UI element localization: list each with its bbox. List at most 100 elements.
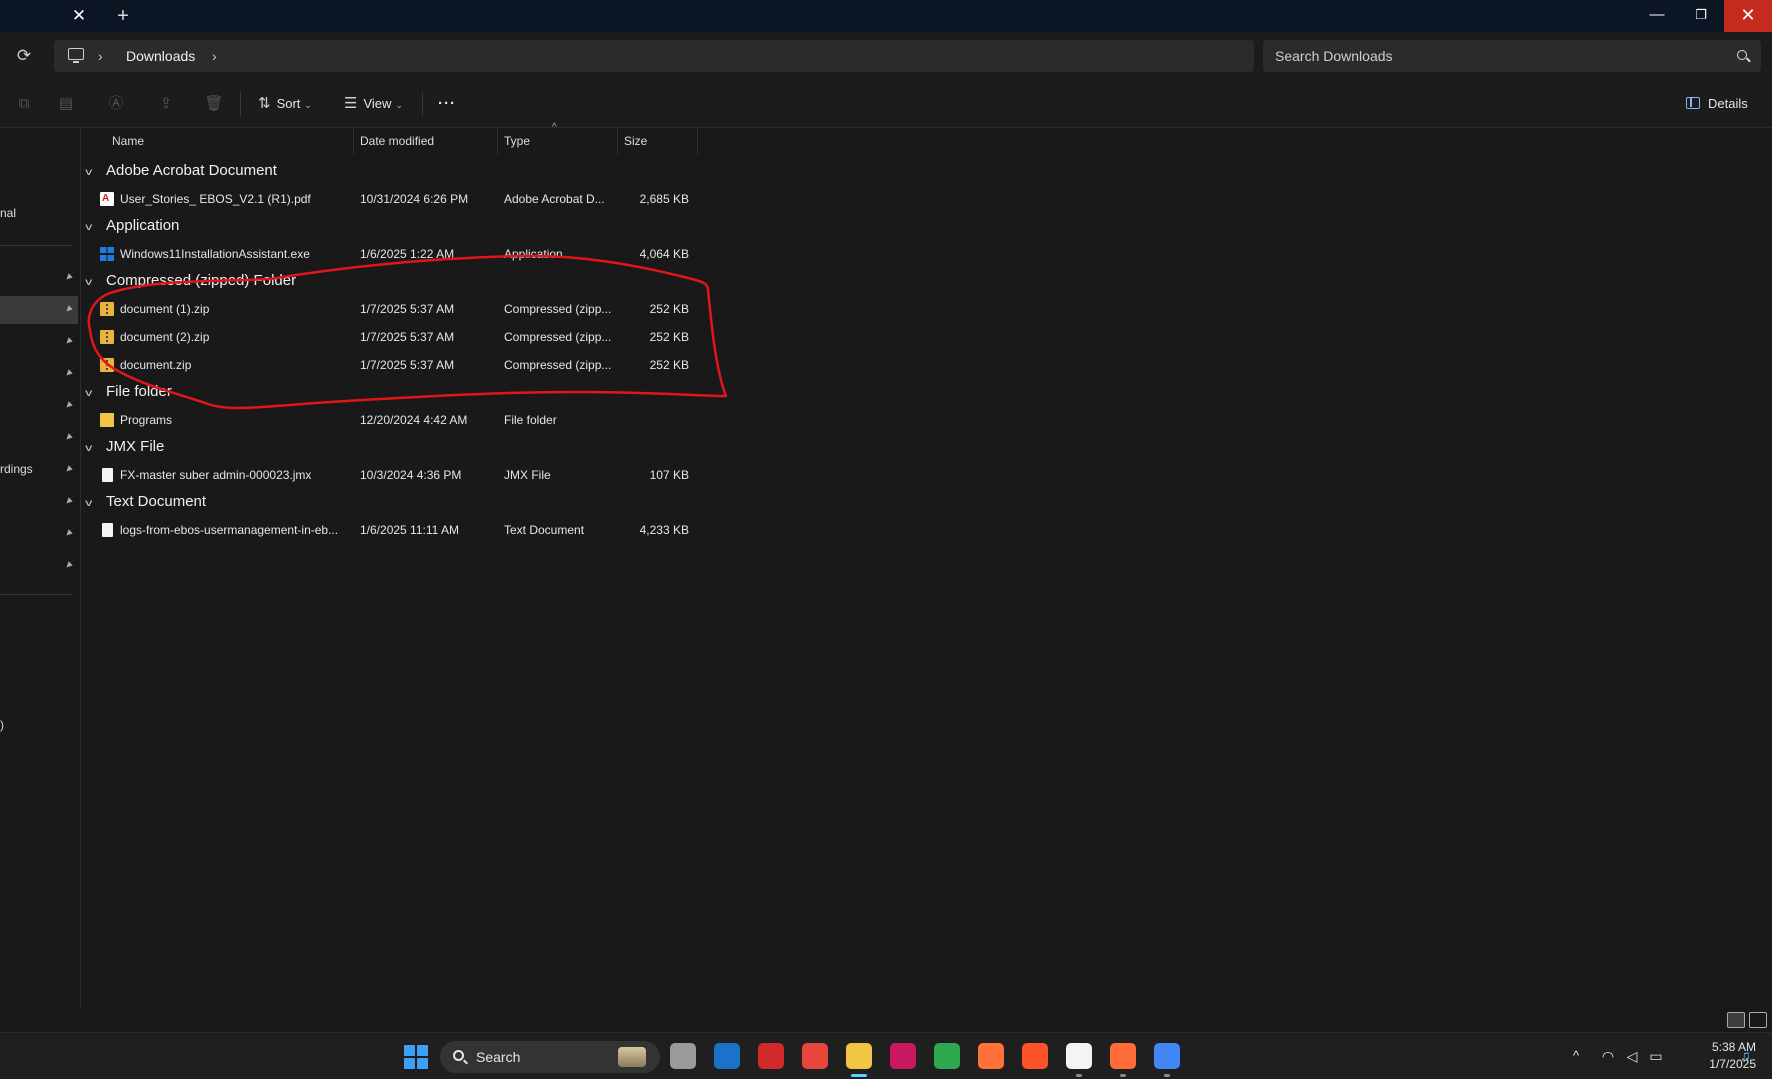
file-explorer-icon[interactable] xyxy=(846,1043,872,1069)
share-icon[interactable]: ⇪ xyxy=(156,94,176,114)
group-title: Text Document xyxy=(106,493,207,510)
file-date: 12/20/2024 4:42 AM xyxy=(360,413,468,427)
sort-icon: ⇅ xyxy=(258,95,271,112)
recorder-icon[interactable] xyxy=(758,1043,784,1069)
headset-icon[interactable] xyxy=(1066,1043,1092,1069)
file-size: 252 KB xyxy=(649,302,689,316)
pin-icon[interactable]: ▼ xyxy=(60,366,77,383)
sort-button[interactable]: ⇅ Sort ⌄ xyxy=(258,90,312,118)
search-icon[interactable] xyxy=(1737,50,1747,60)
close-tab-icon[interactable]: ✕ xyxy=(66,4,92,28)
see-more-icon[interactable]: ··· xyxy=(438,90,456,118)
chrome-icon[interactable] xyxy=(802,1043,828,1069)
group-header-application[interactable]: v Application xyxy=(85,215,179,239)
file-row[interactable]: document.zip 1/7/2025 5:37 AM Compressed… xyxy=(82,353,702,377)
postman-icon[interactable] xyxy=(1110,1043,1136,1069)
file-date: 1/7/2025 5:37 AM xyxy=(360,302,455,316)
column-separator[interactable] xyxy=(353,128,354,154)
search-input[interactable] xyxy=(1275,40,1715,72)
new-tab-icon[interactable]: + xyxy=(110,4,136,28)
column-header-size[interactable]: Size xyxy=(624,128,647,154)
view-label: View xyxy=(363,96,392,111)
notification-bell-icon[interactable]: ♫ xyxy=(1740,1047,1754,1063)
running-indicator xyxy=(1120,1074,1126,1077)
nav-item-recordings[interactable]: rdings xyxy=(0,462,33,476)
nav-item-drive[interactable]: ) xyxy=(0,718,4,732)
chevron-down-icon[interactable]: v xyxy=(85,162,105,184)
group-header-text[interactable]: v Text Document xyxy=(85,491,207,515)
group-header-jmx[interactable]: v JMX File xyxy=(85,436,164,460)
rename-icon[interactable]: Ⓐ xyxy=(106,94,126,114)
pin-icon[interactable]: ▼ xyxy=(60,398,77,415)
pin-icon[interactable]: ▼ xyxy=(60,462,77,479)
close-window-icon[interactable]: ✕ xyxy=(1724,0,1772,32)
chevron-down-icon[interactable]: v xyxy=(85,438,105,460)
windows-start-icon[interactable] xyxy=(404,1045,428,1069)
volume-muted-icon[interactable]: ◁ xyxy=(1622,1033,1642,1079)
chevron-down-icon[interactable]: v xyxy=(85,493,105,515)
group-header-compressed[interactable]: v Compressed (zipped) Folder xyxy=(85,270,296,294)
details-button[interactable]: Details xyxy=(1686,90,1748,118)
file-date: 1/6/2025 1:22 AM xyxy=(360,247,455,261)
view-button[interactable]: ☰ View ⌄ xyxy=(344,90,403,118)
nav-item-personal[interactable]: nal xyxy=(0,206,16,220)
file-row[interactable]: FX-master suber admin-000023.jmx 10/3/20… xyxy=(82,463,702,487)
file-row[interactable]: document (2).zip 1/7/2025 5:37 AM Compre… xyxy=(82,325,702,349)
pin-icon[interactable]: ▼ xyxy=(60,526,77,543)
breadcrumb-separator-icon[interactable]: › xyxy=(212,40,217,72)
chrome-profile-icon[interactable] xyxy=(1154,1043,1180,1069)
file-type: Compressed (zipp... xyxy=(504,358,612,372)
tiles-view-icon[interactable] xyxy=(1749,1012,1767,1028)
battery-icon[interactable]: ▭ xyxy=(1646,1033,1666,1079)
copy-icon[interactable]: ⧉ xyxy=(14,94,34,114)
task-view-icon[interactable] xyxy=(670,1043,696,1069)
outlook-icon[interactable] xyxy=(714,1043,740,1069)
file-size: 4,233 KB xyxy=(639,523,689,537)
firefox-icon[interactable] xyxy=(978,1043,1004,1069)
breadcrumb-downloads[interactable]: Downloads xyxy=(126,40,195,72)
column-separator[interactable] xyxy=(497,128,498,154)
chat-icon[interactable] xyxy=(934,1043,960,1069)
chevron-down-icon[interactable]: v xyxy=(85,272,105,294)
pin-icon[interactable]: ▼ xyxy=(60,270,77,287)
wifi-icon[interactable]: ◠ xyxy=(1598,1033,1618,1079)
file-size: 107 KB xyxy=(649,468,689,482)
column-separator[interactable] xyxy=(617,128,618,154)
file-date: 1/6/2025 11:11 AM xyxy=(360,523,459,537)
column-separator[interactable] xyxy=(697,128,698,154)
restore-icon[interactable]: ❐ xyxy=(1678,0,1724,32)
file-row[interactable]: document (1).zip 1/7/2025 5:37 AM Compre… xyxy=(82,297,702,321)
show-hidden-icons-icon[interactable]: ^ xyxy=(1566,1033,1586,1079)
minimize-icon[interactable]: — xyxy=(1634,0,1680,32)
intellij-icon[interactable] xyxy=(890,1043,916,1069)
chevron-down-icon[interactable]: v xyxy=(85,383,105,405)
column-header-type[interactable]: Type xyxy=(504,128,530,154)
file-row[interactable]: Programs 12/20/2024 4:42 AM File folder xyxy=(82,408,702,432)
file-list: Name Date modified Type ^ Size v Adobe Ac… xyxy=(82,122,1772,1008)
pin-icon[interactable]: ▼ xyxy=(60,558,77,575)
pin-icon[interactable]: ▼ xyxy=(60,494,77,511)
pdf-icon xyxy=(100,192,114,206)
file-row[interactable]: User_Stories_ EBOS_V2.1 (R1).pdf 10/31/2… xyxy=(82,187,702,211)
column-header-date[interactable]: Date modified xyxy=(360,128,434,154)
pin-icon[interactable]: ▼ xyxy=(60,430,77,447)
details-view-icon[interactable] xyxy=(1727,1012,1745,1028)
file-row[interactable]: Windows11InstallationAssistant.exe 1/6/2… xyxy=(82,242,702,266)
group-header-adobe[interactable]: v Adobe Acrobat Document xyxy=(85,160,277,184)
address-row: ⟳ › Downloads › xyxy=(0,32,1772,80)
this-pc-icon[interactable] xyxy=(68,48,84,63)
taskbar-search[interactable]: Search xyxy=(440,1041,660,1073)
address-bar[interactable]: › Downloads › xyxy=(54,40,1254,72)
search-box[interactable] xyxy=(1263,40,1761,72)
refresh-icon[interactable]: ⟳ xyxy=(12,44,36,68)
column-header-name[interactable]: Name xyxy=(112,128,144,154)
brave-icon[interactable] xyxy=(1022,1043,1048,1069)
paste-icon[interactable]: ▤ xyxy=(56,94,76,114)
chevron-down-icon[interactable]: v xyxy=(85,217,105,239)
file-row[interactable]: logs-from-ebos-usermanagement-in-eb... 1… xyxy=(82,518,702,542)
delete-icon[interactable]: 🗑 xyxy=(204,94,224,114)
nav-divider xyxy=(0,245,72,246)
breadcrumb-separator-icon[interactable]: › xyxy=(98,40,103,72)
pin-icon[interactable]: ▼ xyxy=(60,334,77,351)
group-header-file-folder[interactable]: v File folder xyxy=(85,381,172,405)
